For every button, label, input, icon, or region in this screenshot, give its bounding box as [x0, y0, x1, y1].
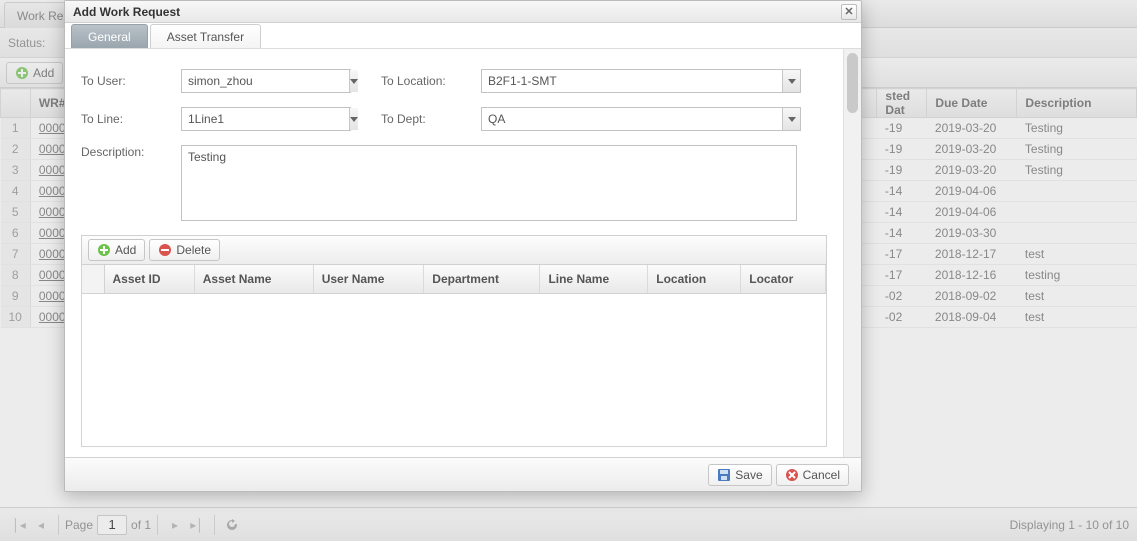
description-textarea[interactable]: [181, 145, 797, 221]
plus-icon: [97, 243, 111, 257]
add-work-request-dialog: Add Work Request ✕ General Asset Transfe…: [64, 0, 862, 492]
to-location-trigger[interactable]: [782, 70, 800, 92]
chevron-down-icon: [350, 117, 358, 122]
to-line-field[interactable]: [181, 107, 351, 131]
asset-delete-label: Delete: [176, 243, 211, 257]
description-label: Description:: [81, 145, 181, 221]
cancel-label: Cancel: [803, 468, 840, 482]
col-asset-id[interactable]: Asset ID: [104, 265, 194, 293]
minus-icon: [158, 243, 172, 257]
to-dept-trigger[interactable]: [782, 108, 800, 130]
save-button[interactable]: Save: [708, 464, 771, 486]
cancel-button[interactable]: Cancel: [776, 464, 849, 486]
save-label: Save: [735, 468, 762, 482]
chevron-down-icon: [350, 79, 358, 84]
to-line-input[interactable]: [182, 108, 349, 130]
asset-delete-button[interactable]: Delete: [149, 239, 220, 261]
asset-add-button[interactable]: Add: [88, 239, 145, 261]
modal-title: Add Work Request: [73, 5, 180, 19]
cancel-icon: [785, 468, 799, 482]
col-department[interactable]: Department: [424, 265, 540, 293]
to-line-trigger[interactable]: [349, 108, 358, 130]
save-icon: [717, 468, 731, 482]
to-user-field[interactable]: [181, 69, 351, 93]
to-user-label: To User:: [81, 74, 181, 88]
tab-general[interactable]: General: [71, 24, 148, 48]
col-user-name[interactable]: User Name: [313, 265, 424, 293]
asset-grid: Asset ID Asset Name User Name Department…: [81, 265, 827, 447]
chevron-down-icon: [788, 117, 796, 122]
to-user-trigger[interactable]: [349, 70, 358, 92]
to-location-field[interactable]: [481, 69, 801, 93]
modal-scrollbar[interactable]: [843, 49, 861, 457]
col-locator[interactable]: Locator: [741, 265, 826, 293]
to-dept-field[interactable]: [481, 107, 801, 131]
to-dept-input[interactable]: [482, 108, 782, 130]
to-user-input[interactable]: [182, 70, 349, 92]
to-line-label: To Line:: [81, 112, 181, 126]
modal-close-button[interactable]: ✕: [841, 4, 857, 20]
chevron-down-icon: [788, 79, 796, 84]
to-location-input[interactable]: [482, 70, 782, 92]
scrollbar-thumb[interactable]: [847, 53, 858, 113]
to-location-label: To Location:: [381, 74, 481, 88]
asset-toolbar: Add Delete: [81, 235, 827, 265]
col-asset-name[interactable]: Asset Name: [194, 265, 313, 293]
col-line-name[interactable]: Line Name: [540, 265, 648, 293]
close-icon: ✕: [844, 5, 853, 18]
to-dept-label: To Dept:: [381, 112, 481, 126]
tab-asset-transfer[interactable]: Asset Transfer: [150, 24, 261, 48]
col-location[interactable]: Location: [648, 265, 741, 293]
asset-add-label: Add: [115, 243, 136, 257]
